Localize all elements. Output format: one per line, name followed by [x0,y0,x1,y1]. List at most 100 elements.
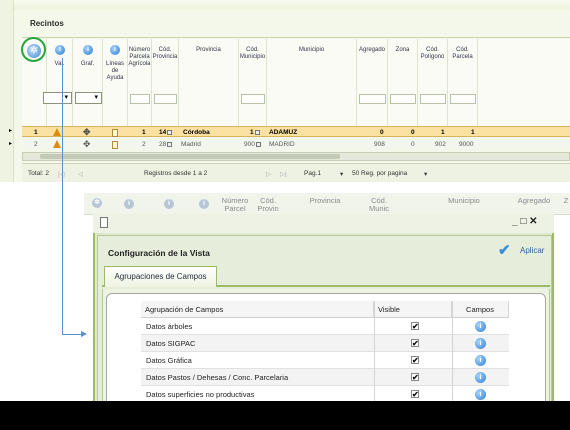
cod-provincia-filter[interactable] [154,94,177,104]
apply-label: Aplicar [520,246,545,255]
agregado-filter[interactable] [359,94,386,104]
apply-button[interactable]: ✔ Aplicar [498,242,552,260]
row-indicator: ▸ [9,128,13,134]
info-icon[interactable]: i [475,321,486,332]
col-lineas[interactable]: i Líneas de Ayuda [103,39,128,126]
bg-col-numero: Número Parcel [221,196,249,213]
row-number: 1 [34,129,38,136]
col-municipio-label: Municipio [298,47,325,53]
bg-col-agregado: Agregado [517,196,551,205]
col-cod-poligono-label: Cód. Polígono [420,47,445,60]
zona-cell: 0 [411,129,415,136]
bg-col-cod-provincia: Cód. Provin [257,196,279,213]
col-header-group: Agrupación de Campos [141,301,374,318]
table-row[interactable]: 1 ✥ 1 14 Córdoba 1 ADAMUZ 0 0 1 1 [22,126,570,137]
table-row[interactable]: Datos Pastos / Dehesas / Conc. Parcelari… [141,369,509,386]
scrollbar-thumb[interactable] [40,154,340,159]
col-graf[interactable]: i Graf. [73,39,103,126]
bg-col-municipio: Municipio [448,196,480,205]
total-count: Total: 2 [28,170,49,177]
checkmark-icon: ✔ [498,242,511,259]
cod-poligono-cell: 1 [441,129,445,136]
val-filter-select[interactable]: ▾ [43,92,72,104]
cod-provincia-value: 14 [159,129,167,136]
window-controls[interactable]: _ □ ✕ [512,216,538,227]
cod-municipio-filter[interactable] [241,94,265,104]
num-parcela-cell: 1 [142,129,146,136]
black-bar [0,401,570,430]
prev-page-icon[interactable]: ◁ [78,170,83,178]
document-icon [112,129,118,137]
gear-icon: ✲ [92,198,102,208]
graf-filter-select[interactable]: ▾ [75,92,102,104]
cod-parcela-cell: 9000 [459,141,474,148]
group-name: Datos Gráfica [146,356,192,365]
info-icon[interactable]: i [475,389,486,400]
col-cod-provincia-label: Cód. Provincia [152,47,178,60]
connector-line [62,58,63,335]
per-page-select[interactable]: 50 Reg. por pagina [352,170,407,177]
col-val[interactable]: i Val. [47,39,73,126]
cod-provincia-value: 28 [159,141,167,148]
visible-checkbox[interactable]: ✔ [411,356,419,365]
info-icon[interactable]: i [475,372,486,383]
pagination-bar: Total: 2 |◁ ◁ Registros desde 1 a 2 ▷ ▷|… [22,163,570,182]
page-dropdown-icon[interactable]: ▾ [340,170,343,178]
table-row[interactable]: Datos Gráfica ✔ i [141,352,509,369]
cod-parcela-cell: 1 [471,129,475,136]
col-municipio[interactable]: Municipio [267,39,357,126]
cod-provincia-cell: 28 [159,139,173,150]
col-zona-label: Zona [395,47,410,53]
next-page-icon[interactable]: ▷ [266,170,271,178]
lookup-icon [167,141,173,147]
info-icon: i [124,199,134,209]
row-indicator: ▸ [9,141,13,147]
info-icon[interactable]: i [475,338,486,349]
col-num-parcela-label: Número Parcela Agrícola [128,47,151,67]
visible-checkbox[interactable]: ✔ [411,390,419,399]
cod-provincia-cell: 14 [159,127,173,138]
col-num-parcela[interactable]: Número Parcela Agrícola [128,39,152,126]
document-icon [100,217,108,228]
bg-col-provincia: Provincia [309,196,341,205]
col-graf-label: Graf. [80,61,95,67]
col-agregado[interactable]: Agregado [357,39,388,126]
highlight-circle [21,37,46,62]
col-cod-provincia[interactable]: Cód. Provincia [152,39,179,126]
cod-parcela-filter[interactable] [450,94,476,104]
col-cod-parcela[interactable]: Cód. Parcela [448,39,478,126]
col-cod-poligono[interactable]: Cód. Polígono [418,39,448,126]
agregado-cell: 0 [380,129,384,136]
num-parcela-filter[interactable] [130,94,150,104]
warning-icon [53,140,61,148]
col-val-label: Val. [54,61,65,67]
cod-municipio-cell: 900 [244,139,261,150]
dialog-title: Configuración de la Vista [108,248,210,258]
table-row[interactable]: Datos árboles ✔ i [141,318,509,335]
cod-poligono-filter[interactable] [420,94,446,104]
municipio-cell: MADRID [269,141,295,148]
tab-agrupaciones[interactable]: Agrupaciones de Campos [104,266,217,287]
info-icon: i [199,199,209,209]
zona-cell: 0 [411,141,415,148]
visible-checkbox[interactable]: ✔ [411,322,419,331]
table-row[interactable]: Datos SIGPAC ✔ i [141,335,509,352]
group-name: Datos Pastos / Dehesas / Conc. Parcelari… [146,373,289,382]
visible-checkbox[interactable]: ✔ [411,373,419,382]
num-parcela-cell: 2 [142,141,146,148]
bg-col-zona: Z [563,196,569,205]
col-cod-municipio[interactable]: Cód. Municipio [239,39,267,126]
last-page-icon[interactable]: ▷| [280,170,287,178]
left-strip [0,0,14,182]
table-row[interactable]: 2 ✥ 2 28 Madrid 900 MADRID 908 0 902 900… [22,139,570,150]
per-page-dropdown-icon[interactable]: ▾ [424,170,427,178]
cod-poligono-cell: 902 [435,141,446,148]
zona-filter[interactable] [390,94,416,104]
visible-checkbox[interactable]: ✔ [411,339,419,348]
page-select[interactable]: Pag.1 [304,170,321,177]
col-header-visible: Visible [374,301,452,318]
col-header-campos: Campos [452,301,509,318]
col-zona[interactable]: Zona [388,39,418,126]
col-provincia[interactable]: Provincia [179,39,239,126]
info-icon[interactable]: i [475,355,486,366]
